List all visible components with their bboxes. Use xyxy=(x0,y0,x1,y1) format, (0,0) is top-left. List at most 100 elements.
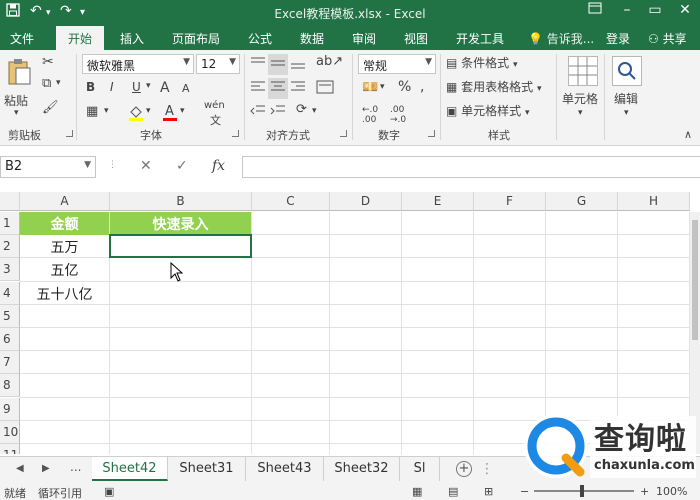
login-link[interactable]: 登录 xyxy=(606,30,630,47)
bold-button[interactable]: B xyxy=(86,80,95,94)
cells-dropdown-icon[interactable]: ▾ xyxy=(578,108,583,118)
row-header[interactable]: 11 xyxy=(0,444,20,454)
conditional-formatting-button[interactable]: ▤ 条件格式 ▾ xyxy=(446,54,518,71)
column-header[interactable]: D xyxy=(330,192,402,211)
row-header[interactable]: 8 xyxy=(0,374,20,398)
sheet-tab-sl[interactable]: Sl xyxy=(400,457,440,481)
page-break-view-icon[interactable]: ⊞ xyxy=(484,485,493,498)
shrink-font-button[interactable]: A xyxy=(182,82,190,95)
paste-dropdown-icon[interactable]: ▾ xyxy=(14,108,19,118)
column-header[interactable]: F xyxy=(474,192,546,211)
font-size-combo[interactable]: 12 ▼ xyxy=(196,54,240,74)
tab-insert[interactable]: 插入 xyxy=(120,30,144,47)
accounting-dropdown-icon[interactable]: ▾ xyxy=(380,82,385,92)
confirm-icon[interactable]: ✓ xyxy=(176,158,188,174)
tab-page-layout[interactable]: 页面布局 xyxy=(172,30,220,47)
format-as-table-button[interactable]: ▦ 套用表格格式 ▾ xyxy=(446,78,542,95)
align-top-icon[interactable] xyxy=(250,56,266,73)
row-header[interactable]: 9 xyxy=(0,397,20,421)
share-button[interactable]: ⚇ 共享 xyxy=(648,30,687,47)
scroll-thumb[interactable] xyxy=(692,220,698,340)
cell-a2[interactable]: 五万 xyxy=(20,235,109,258)
column-header[interactable]: G xyxy=(546,192,618,211)
tell-me-box[interactable]: 💡 告诉我... xyxy=(528,30,594,47)
zoom-thumb[interactable] xyxy=(580,485,584,497)
increase-indent-icon[interactable] xyxy=(270,104,286,121)
underline-dropdown-icon[interactable]: ▾ xyxy=(146,81,151,91)
page-layout-view-icon[interactable]: ▤ xyxy=(448,485,458,498)
prev-sheet-icon[interactable]: ◀ xyxy=(16,463,24,474)
align-left-icon[interactable] xyxy=(250,80,266,97)
orientation-text-icon[interactable]: ⟳ xyxy=(296,102,307,117)
tab-data[interactable]: 数据 xyxy=(300,30,324,47)
orientation-icon[interactable]: ab↗ xyxy=(316,54,343,69)
zoom-out-icon[interactable]: − xyxy=(520,485,529,498)
underline-button[interactable]: U xyxy=(132,80,141,94)
row-header[interactable]: 4 xyxy=(0,281,20,305)
sheet-tab-sheet43[interactable]: Sheet43 xyxy=(246,457,324,481)
align-middle-icon[interactable] xyxy=(268,54,288,75)
collapse-ribbon-icon[interactable]: ∧ xyxy=(684,128,692,141)
restore-icon[interactable]: ▭ xyxy=(640,2,670,18)
cell-b1[interactable]: 快速录入 xyxy=(110,212,251,235)
search-icon[interactable] xyxy=(612,56,642,86)
row-header[interactable]: 5 xyxy=(0,304,20,328)
number-format-combo[interactable]: 常规 ▼ xyxy=(358,54,436,74)
cell-a3[interactable]: 五亿 xyxy=(20,258,109,281)
font-color-icon[interactable]: A xyxy=(162,102,178,125)
row-header[interactable]: 2 xyxy=(0,235,20,259)
minimize-icon[interactable]: – xyxy=(612,2,642,18)
row-header[interactable]: 7 xyxy=(0,351,20,375)
tab-home[interactable]: 开始 xyxy=(56,26,105,50)
grow-font-button[interactable]: A xyxy=(160,80,170,96)
column-header[interactable]: H xyxy=(618,192,690,211)
normal-view-icon[interactable]: ▦ xyxy=(412,485,422,498)
orientation-dropdown-icon[interactable]: ▾ xyxy=(312,106,317,116)
editing-group-label[interactable]: 编辑 xyxy=(614,90,638,107)
sheet-tab-sheet31[interactable]: Sheet31 xyxy=(168,457,246,481)
paste-button[interactable] xyxy=(6,58,32,91)
align-bottom-icon[interactable] xyxy=(290,56,306,73)
border-dropdown-icon[interactable]: ▾ xyxy=(104,106,109,116)
align-right-icon[interactable] xyxy=(290,80,306,97)
alignment-launcher[interactable] xyxy=(340,130,347,137)
align-center-icon[interactable] xyxy=(268,78,288,99)
insert-function-button[interactable]: fx xyxy=(212,158,225,174)
row-header[interactable]: 6 xyxy=(0,328,20,351)
tab-view[interactable]: 视图 xyxy=(404,30,428,47)
ribbon-display-icon[interactable] xyxy=(580,2,610,18)
wrap-text-icon[interactable] xyxy=(316,80,334,97)
clipboard-launcher[interactable] xyxy=(66,130,73,137)
zoom-level[interactable]: 100% xyxy=(656,485,687,498)
more-sheets[interactable]: ... xyxy=(70,460,81,474)
sheet-tab-sheet42[interactable]: Sheet42 xyxy=(92,457,168,481)
cells-group-label[interactable]: 单元格 xyxy=(562,90,598,107)
column-header[interactable]: C xyxy=(252,192,330,211)
comma-style-icon[interactable]: , xyxy=(420,79,424,95)
cell-a4[interactable]: 五十八亿 xyxy=(20,282,109,305)
accounting-format-icon[interactable]: 💴 xyxy=(362,80,378,95)
copy-dropdown-icon[interactable]: ▾ xyxy=(56,78,61,88)
tab-file[interactable]: 文件 xyxy=(10,30,34,47)
italic-button[interactable]: I xyxy=(110,80,114,94)
cell-styles-button[interactable]: ▣ 单元格样式 ▾ xyxy=(446,102,530,119)
sheet-tab-sheet32[interactable]: Sheet32 xyxy=(324,457,400,481)
number-launcher[interactable] xyxy=(428,130,435,137)
zoom-slider[interactable] xyxy=(534,485,634,497)
percent-button[interactable]: % xyxy=(398,79,411,95)
select-all-corner[interactable] xyxy=(0,192,20,211)
zoom-in-icon[interactable]: + xyxy=(640,485,649,498)
decrease-indent-icon[interactable] xyxy=(250,104,266,121)
font-color-dropdown-icon[interactable]: ▾ xyxy=(180,106,185,116)
cells-icon[interactable] xyxy=(568,56,598,86)
decrease-decimal-icon[interactable]: .00 →.0 xyxy=(390,105,406,125)
column-header[interactable]: B xyxy=(110,192,252,211)
cancel-icon[interactable]: ✕ xyxy=(140,158,152,174)
phonetic-button[interactable]: wén xyxy=(204,100,225,111)
tab-review[interactable]: 审阅 xyxy=(352,30,376,47)
add-sheet-icon[interactable]: + xyxy=(456,461,472,477)
column-header[interactable]: A xyxy=(20,192,110,211)
close-icon[interactable]: ✕ xyxy=(670,2,700,18)
increase-decimal-icon[interactable]: ←.0.00 xyxy=(362,105,378,125)
cut-icon[interactable]: ✂ xyxy=(42,54,54,70)
